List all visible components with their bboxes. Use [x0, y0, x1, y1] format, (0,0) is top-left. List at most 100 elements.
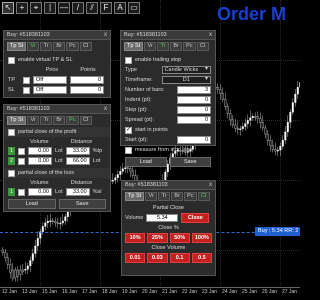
vertical-line-icon[interactable]: | [44, 2, 56, 14]
tab-pc[interactable]: Pc [184, 192, 197, 201]
start-input[interactable]: 0 [177, 136, 211, 144]
measure-checkbox[interactable] [125, 146, 132, 154]
lot-label: Lot [55, 148, 63, 154]
close-25-pct-button[interactable]: 25% [147, 233, 168, 243]
tab-vr[interactable]: Vr [145, 192, 158, 201]
save-button[interactable]: Save [58, 199, 106, 209]
candle-body [29, 260, 32, 267]
tab-tp-st[interactable]: Tp St [7, 116, 27, 125]
profit-volume-input[interactable]: 0.00 [28, 147, 52, 155]
candle-body [274, 149, 277, 152]
profit-checkbox[interactable] [8, 128, 15, 136]
tab-br[interactable]: Br [171, 192, 184, 201]
close-vol-05-button[interactable]: 0.5 [191, 253, 212, 263]
order-price-tag[interactable]: Buy : 5.34 RR: 2 [255, 227, 300, 236]
tab-tp-st[interactable]: Tp St [125, 192, 145, 201]
text-icon[interactable]: A [114, 2, 126, 14]
cursor-select-icon[interactable]: ⌖ [30, 2, 42, 14]
tp-checkbox[interactable] [23, 76, 30, 84]
loss-checkbox[interactable] [8, 169, 15, 177]
close-10-pct-button[interactable]: 10% [125, 233, 146, 243]
candle-body [251, 116, 254, 118]
profit-distance-input[interactable]: 66.00 [65, 157, 90, 165]
profit-row: 2 0.00 Lot 66.00 Lot [4, 156, 110, 166]
loss-distance-input[interactable]: 33.00 [65, 188, 90, 196]
tab-br[interactable]: Br [170, 42, 183, 51]
tab-cl[interactable]: Cl [79, 116, 92, 125]
close-button[interactable]: Close [181, 213, 210, 223]
tab-pc[interactable]: Pc [66, 42, 79, 51]
unit-label: %tp [92, 148, 103, 154]
panel-header[interactable]: Buy: #518381103 x [121, 31, 215, 40]
tab-tp-st[interactable]: Tp St [124, 42, 144, 51]
tab-tr[interactable]: Tr [158, 192, 171, 201]
virtual-tpsl-checkbox[interactable] [8, 56, 15, 64]
profit-column-headers: Volume Distance [4, 137, 110, 146]
tab-br[interactable]: Br [53, 116, 66, 125]
trailing-checkbox[interactable] [125, 56, 132, 64]
type-select[interactable]: Candle Wicks [161, 66, 211, 74]
tab-vr[interactable]: Vr [144, 42, 157, 51]
tab-cl[interactable]: Cl [197, 192, 210, 201]
load-button[interactable]: Load [8, 199, 56, 209]
pct-buttons: 10% 25% 50% 100% [122, 233, 215, 243]
bars-input[interactable]: 3 [177, 86, 211, 94]
loss-volume-input[interactable]: 0.00 [28, 188, 52, 196]
save-button[interactable]: Save [169, 157, 211, 167]
close-icon[interactable]: x [104, 32, 107, 38]
tp-points-input[interactable]: 0 [70, 76, 104, 84]
tab-pc[interactable]: Pc [66, 116, 79, 125]
profit-volume-input[interactable]: 0.00 [28, 157, 52, 165]
sl-checkbox[interactable] [23, 86, 30, 94]
bars-row: Number of bars: 3 [121, 85, 215, 95]
close-50-pct-button[interactable]: 50% [169, 233, 190, 243]
crosshair-icon[interactable]: + [16, 2, 28, 14]
load-button[interactable]: Load [125, 157, 167, 167]
tab-tr[interactable]: Tr [40, 42, 53, 51]
measure-row: measure from stop loss [121, 145, 215, 155]
fibonacci-icon[interactable]: F [100, 2, 112, 14]
close-vol-003-button[interactable]: 0.03 [147, 253, 168, 263]
close-icon[interactable]: x [104, 106, 107, 112]
panel-header[interactable]: Buy: #518381103 x [4, 105, 110, 114]
profit-distance-input[interactable]: 33.00 [65, 147, 90, 155]
indent-input[interactable]: 0 [177, 96, 211, 104]
panel-header[interactable]: Buy: #518381103 x [4, 31, 110, 40]
loss-section: partial close of the loss [4, 168, 110, 178]
volume-input[interactable]: 5.34 [146, 214, 179, 222]
tab-vr[interactable]: Vr [27, 42, 40, 51]
close-icon[interactable]: x [209, 182, 212, 188]
profit-row-checkbox[interactable] [18, 147, 25, 155]
tab-tr[interactable]: Tr [157, 42, 170, 51]
close-100-pct-button[interactable]: 100% [191, 233, 212, 243]
tab-tr[interactable]: Tr [40, 116, 53, 125]
trendline-icon[interactable]: / [72, 2, 84, 14]
close-icon[interactable]: x [209, 32, 212, 38]
time-axis-label: 23 Jan [202, 289, 218, 295]
start-points-checkbox[interactable] [125, 126, 132, 134]
tab-tp-st[interactable]: Tp St [7, 42, 27, 51]
load-save-row: Load Save [4, 197, 110, 211]
candle-body [116, 174, 119, 178]
close-vol-001-button[interactable]: 0.01 [125, 253, 146, 263]
close-vol-01-button[interactable]: 0.1 [169, 253, 190, 263]
horizontal-line-icon[interactable]: — [58, 2, 70, 14]
tab-cl[interactable]: Cl [79, 42, 92, 51]
tab-pc[interactable]: Pc [183, 42, 196, 51]
profit-row-checkbox[interactable] [18, 157, 25, 165]
tab-br[interactable]: Br [53, 42, 66, 51]
tp-price-input[interactable]: Off [33, 76, 67, 84]
tab-vr[interactable]: Vr [27, 116, 40, 125]
panel-header[interactable]: Buy: #518381103 x [122, 181, 215, 190]
arrow-cursor-icon[interactable]: ↖ [2, 2, 14, 14]
timeframe-select[interactable]: D1 [161, 76, 211, 84]
spread-input[interactable]: 0 [177, 116, 211, 124]
sl-price-input[interactable]: Off [33, 86, 67, 94]
step-input[interactable]: 0 [177, 106, 211, 114]
shapes-icon[interactable]: ▭ [128, 2, 140, 14]
sl-points-input[interactable]: 0 [70, 86, 104, 94]
time-axis-label: 21 Jan [162, 289, 178, 295]
channel-icon[interactable]: ⫽ [86, 2, 98, 14]
tab-cl[interactable]: Cl [196, 42, 209, 51]
loss-row-checkbox[interactable] [18, 188, 25, 196]
